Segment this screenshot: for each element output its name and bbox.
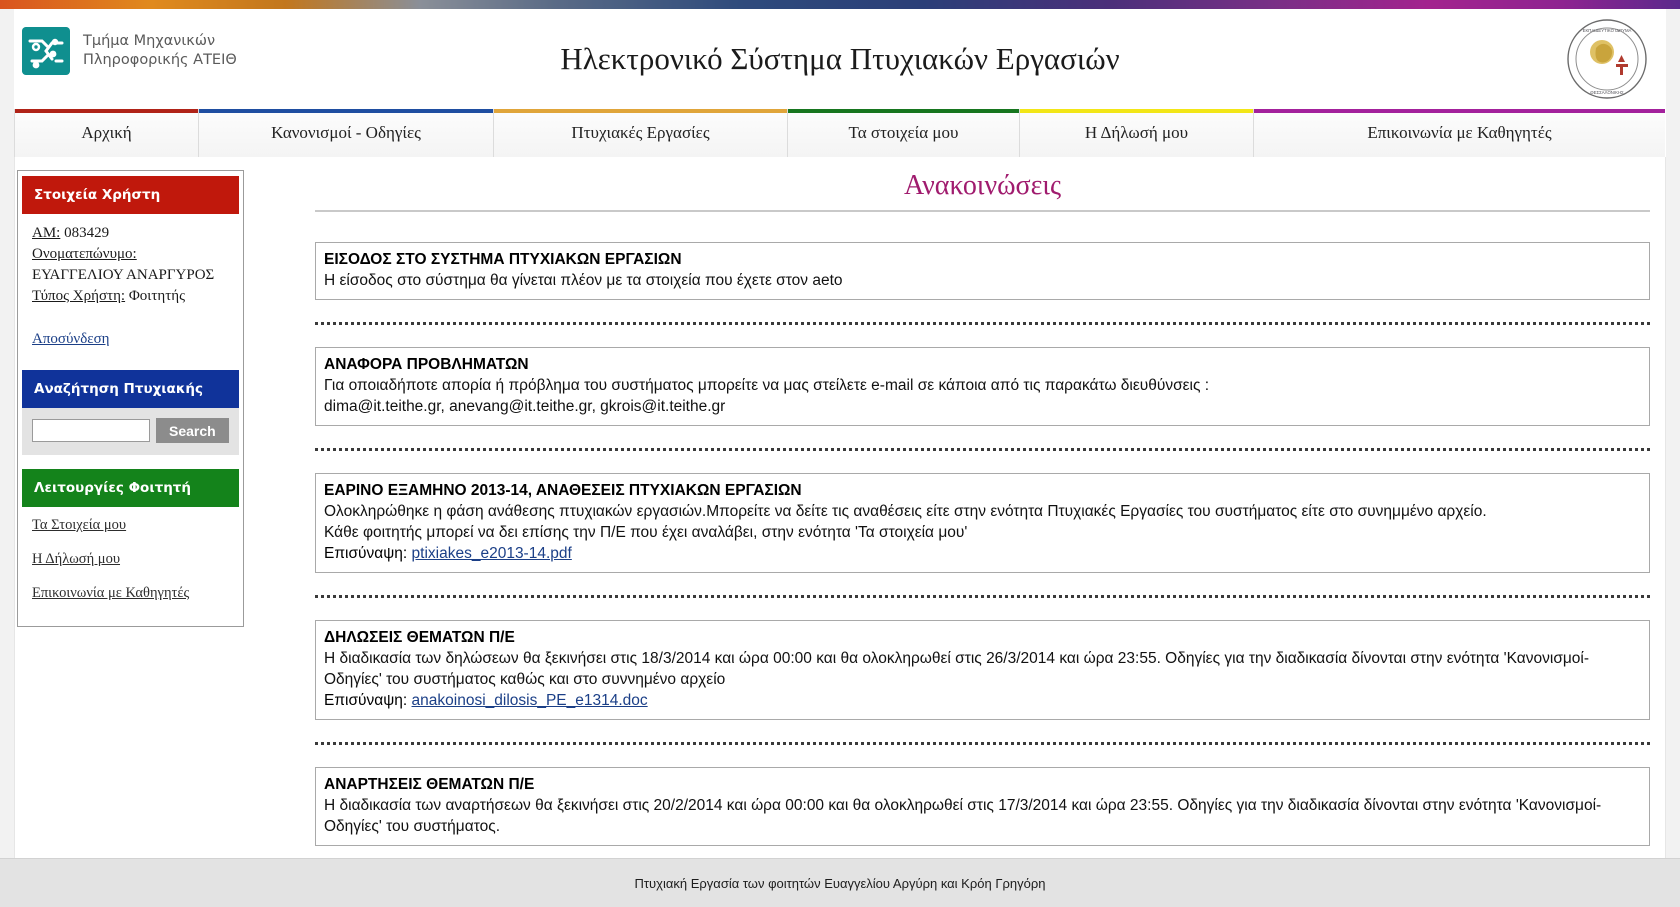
attachment-link[interactable]: anakoinosi_dilosis_PE_e1314.doc	[412, 692, 648, 709]
nav-tab-label: Αρχική	[81, 123, 132, 142]
announcement-line: Για οποιαδήποτε απορία ή πρόβλημα του συ…	[324, 377, 1210, 394]
sidebar: Στοιχεία Χρήστη ΑΜ: 083429 Ονοματεπώνυμο…	[17, 170, 244, 627]
nav-tab-label: Τα στοιχεία μου	[848, 123, 959, 142]
attachment-label: Επισύναψη:	[324, 545, 408, 562]
search-row: Search	[32, 418, 229, 443]
logout-row: Αποσύνδεση	[32, 329, 229, 350]
thesis-search-panel: Αναζήτηση Πτυχιακής Search	[22, 370, 239, 455]
announcement-item: ΑΝΑΡΤΗΣΕΙΣ ΘΕΜΑΤΩΝ Π/Ε Η διαδικασία των …	[315, 767, 1650, 846]
nav-tab-label: Κανονισμοί - Οδηγίες	[271, 123, 421, 142]
announcements-heading: Ανακοινώσεις	[315, 170, 1650, 212]
announcement-line: Ολοκληρώθηκε η φάση ανάθεσης πτυχιακών ε…	[324, 503, 1487, 520]
announcement-title: ΑΝΑΡΤΗΣΕΙΣ ΘΕΜΑΤΩΝ Π/Ε	[324, 776, 535, 793]
sidebar-item-ta-stoixeia-mou[interactable]: Τα Στοιχεία μου	[32, 517, 229, 534]
site-header: Τμήμα Μηχανικών Πληροφορικής ΑΤΕΙΘ Ηλεκτ…	[14, 9, 1666, 109]
user-name-value: ΕΥΑΓΓΕΛΙΟΥ ΑΝΑΡΓΥΡΟΣ	[32, 267, 215, 283]
nav-tab-kanonismoi-odigies[interactable]: Κανονισμοί - Οδηγίες	[199, 109, 494, 157]
nav-tab-label: Επικοινωνία με Καθηγητές	[1367, 123, 1552, 142]
page-title: Ηλεκτρονικό Σύστημα Πτυχιακών Εργασιών	[560, 41, 1120, 76]
announcement-attachment-row: Επισύναψη: ptixiakes_e2013-14.pdf	[324, 543, 1641, 564]
student-functions-list: Τα Στοιχεία μου Η Δήλωσή μου Επικοινωνία…	[22, 507, 239, 616]
search-input[interactable]	[32, 419, 150, 442]
announcement-line: dima@it.teithe.gr, anevang@it.teithe.gr,…	[324, 398, 726, 415]
sidebar-item-epikoinonia-me-kathigites[interactable]: Επικοινωνία με Καθηγητές	[32, 585, 229, 602]
university-seal-icon: ΕΚΠΑΙΔΕΥΤΙΚΟ ΙΔΡΥΜΑ ΘΕΣΣΑΛΟΝΙΚΗΣ	[1566, 18, 1648, 100]
svg-text:ΕΚΠΑΙΔΕΥΤΙΚΟ ΙΔΡΥΜΑ: ΕΚΠΑΙΔΕΥΤΙΚΟ ΙΔΡΥΜΑ	[1583, 28, 1632, 33]
announcement-title: ΕΙΣΟΔΟΣ ΣΤΟ ΣΥΣΤΗΜΑ ΠΤΥΧΙΑΚΩΝ ΕΡΓΑΣΙΩΝ	[324, 251, 682, 268]
user-name-row: Ονοματεπώνυμο: ΕΥΑΓΓΕΛΙΟΥ ΑΝΑΡΓΥΡΟΣ	[32, 244, 229, 286]
announcement-separator	[315, 322, 1650, 325]
nav-tab-epikoinonia-me-kathigites[interactable]: Επικοινωνία με Καθηγητές	[1254, 109, 1665, 157]
main-content: Ανακοινώσεις ΕΙΣΟΔΟΣ ΣΤΟ ΣΥΣΤΗΜΑ ΠΤΥΧΙΑΚ…	[315, 170, 1650, 871]
user-am-value: 083429	[64, 225, 110, 241]
user-am-label: ΑΜ:	[32, 225, 61, 241]
search-button[interactable]: Search	[156, 418, 229, 443]
announcement-title: ΔΗΛΩΣΕΙΣ ΘΕΜΑΤΩΝ Π/Ε	[324, 629, 515, 646]
rainbow-top-bar	[0, 0, 1680, 9]
logout-link[interactable]: Αποσύνδεση	[32, 331, 110, 347]
student-functions-panel: Λειτουργίες Φοιτητή Τα Στοιχεία μου Η Δή…	[22, 469, 239, 616]
announcement-title: ΑΝΑΦΟΡΑ ΠΡΟΒΛΗΜΑΤΩΝ	[324, 356, 529, 373]
svg-text:ΘΕΣΣΑΛΟΝΙΚΗΣ: ΘΕΣΣΑΛΟΝΙΚΗΣ	[1590, 90, 1624, 95]
thesis-search-body: Search	[22, 408, 239, 455]
nav-tab-i-dilosi-mou[interactable]: Η Δήλωσή μου	[1020, 109, 1254, 157]
footer-text: Πτυχιακή Εργασία των φοιτητών Ευαγγελίου…	[634, 875, 1046, 891]
user-type-value: Φοιτητής	[128, 288, 186, 304]
attachment-label: Επισύναψη:	[324, 692, 408, 709]
announcement-line: Η διαδικασία των δηλώσεων θα ξεκινήσει σ…	[324, 650, 1590, 688]
announcement-title: ΕΑΡΙΝΟ ΕΞΑΜΗΝΟ 2013-14, ΑΝΑΘΕΣΕΙΣ ΠΤΥΧΙΑ…	[324, 482, 802, 499]
user-info-heading: Στοιχεία Χρήστη	[22, 176, 239, 214]
nav-tab-ptyxiakes-ergasies[interactable]: Πτυχιακές Εργασίες	[494, 109, 788, 157]
announcement-item: ΕΑΡΙΝΟ ΕΞΑΜΗΝΟ 2013-14, ΑΝΑΘΕΣΕΙΣ ΠΤΥΧΙΑ…	[315, 473, 1650, 573]
announcement-separator	[315, 595, 1650, 598]
attachment-link[interactable]: ptixiakes_e2013-14.pdf	[412, 545, 572, 562]
student-functions-heading: Λειτουργίες Φοιτητή	[22, 469, 239, 507]
nav-tab-arxiki[interactable]: Αρχική	[14, 109, 199, 157]
page-root: Τμήμα Μηχανικών Πληροφορικής ΑΤΕΙΘ Ηλεκτ…	[0, 0, 1680, 907]
nav-tab-label: Πτυχιακές Εργασίες	[571, 123, 710, 142]
announcement-line: Κάθε φοιτητής μπορεί να δει επίσης την Π…	[324, 524, 968, 541]
announcement-item: ΕΙΣΟΔΟΣ ΣΤΟ ΣΥΣΤΗΜΑ ΠΤΥΧΙΑΚΩΝ ΕΡΓΑΣΙΩΝ Η…	[315, 242, 1650, 300]
thesis-search-heading: Αναζήτηση Πτυχιακής	[22, 370, 239, 408]
sidebar-item-i-dilosi-mou[interactable]: Η Δήλωσή μου	[32, 551, 229, 568]
announcement-line: Η είσοδος στο σύστημα θα γίνεται πλέον μ…	[324, 272, 843, 289]
user-info-body: ΑΜ: 083429 Ονοματεπώνυμο: ΕΥΑΓΓΕΛΙΟΥ ΑΝΑ…	[22, 214, 239, 356]
user-am-row: ΑΜ: 083429	[32, 223, 229, 244]
announcement-item: ΔΗΛΩΣΕΙΣ ΘΕΜΑΤΩΝ Π/Ε Η διαδικασία των δη…	[315, 620, 1650, 720]
nav-tab-ta-stoixeia-mou[interactable]: Τα στοιχεία μου	[788, 109, 1020, 157]
announcement-line: Η διαδικασία των αναρτήσεων θα ξεκινήσει…	[324, 797, 1602, 835]
announcement-item: ΑΝΑΦΟΡΑ ΠΡΟΒΛΗΜΑΤΩΝ Για οποιαδήποτε απορ…	[315, 347, 1650, 426]
user-name-label: Ονοματεπώνυμο:	[32, 246, 137, 262]
user-info-panel: Στοιχεία Χρήστη ΑΜ: 083429 Ονοματεπώνυμο…	[22, 176, 239, 356]
announcement-separator	[315, 448, 1650, 451]
site-footer: Πτυχιακή Εργασία των φοιτητών Ευαγγελίου…	[0, 858, 1680, 907]
announcement-attachment-row: Επισύναψη: anakoinosi_dilosis_PE_e1314.d…	[324, 690, 1641, 711]
user-type-row: Τύπος Χρήστη: Φοιτητής	[32, 286, 229, 307]
user-type-label: Τύπος Χρήστη:	[32, 288, 126, 304]
announcement-separator	[315, 742, 1650, 745]
nav-tab-label: Η Δήλωσή μου	[1084, 123, 1189, 142]
main-navigation[interactable]: Αρχική Κανονισμοί - Οδηγίες Πτυχιακές Ερ…	[14, 109, 1666, 157]
